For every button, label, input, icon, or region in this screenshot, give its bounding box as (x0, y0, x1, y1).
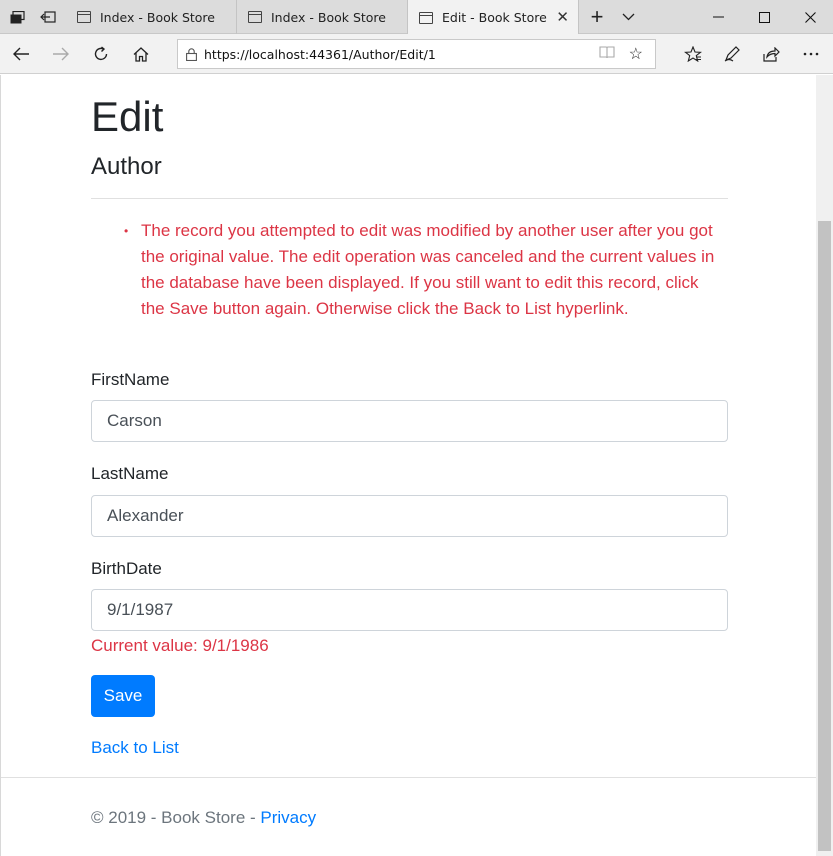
tab-actions-icon[interactable] (2, 0, 32, 34)
home-icon[interactable] (124, 37, 158, 71)
browser-tab[interactable]: Index - Book Store (66, 0, 237, 34)
page-icon (248, 11, 262, 23)
favorites-hub-icon[interactable] (675, 37, 711, 71)
footer-divider (1, 777, 816, 778)
birth-date-label: BirthDate (91, 559, 162, 578)
privacy-link[interactable]: Privacy (260, 808, 316, 827)
vertical-scrollbar[interactable] (816, 75, 833, 856)
lock-icon[interactable] (178, 47, 204, 61)
url-text[interactable]: https://localhost:44361/Author/Edit/1 (204, 47, 599, 62)
minimize-icon[interactable] (695, 0, 741, 34)
close-tab-icon[interactable]: ✕ (556, 8, 569, 26)
close-icon[interactable] (787, 0, 833, 34)
share-icon[interactable] (753, 37, 789, 71)
maximize-icon[interactable] (741, 0, 787, 34)
save-button[interactable]: Save (91, 675, 155, 717)
bullet: • (124, 224, 129, 238)
last-name-label: LastName (91, 464, 169, 483)
last-name-input[interactable] (91, 495, 728, 537)
page-title: Edit (91, 93, 164, 140)
page-viewport: Edit Author • The record you attempted t… (0, 75, 816, 856)
browser-tab-active[interactable]: Edit - Book Store ✕ (408, 0, 579, 35)
reading-view-icon[interactable] (599, 46, 615, 62)
page-subtitle: Author (91, 153, 162, 180)
birth-date-error: Current value: 9/1/1986 (91, 636, 269, 655)
first-name-label: FirstName (91, 370, 170, 389)
tab-title: Index - Book Store (100, 9, 215, 25)
set-aside-tabs-icon[interactable] (33, 0, 63, 34)
birth-date-input[interactable] (91, 589, 728, 631)
validation-message: The record you attempted to edit was mod… (141, 221, 715, 318)
tab-title: Edit - Book Store (442, 10, 547, 25)
more-icon[interactable] (793, 37, 829, 71)
back-to-list-link[interactable]: Back to List (91, 737, 179, 759)
tab-title: Index - Book Store (271, 9, 386, 25)
new-tab-button[interactable]: + (582, 0, 612, 34)
navigation-bar: https://localhost:44361/Author/Edit/1 ☆ (0, 34, 833, 74)
forward-arrow-icon[interactable] (44, 37, 78, 71)
page-icon (419, 11, 433, 24)
first-name-input[interactable] (91, 400, 728, 442)
page-icon (77, 11, 91, 23)
validation-summary: • The record you attempted to edit was m… (124, 218, 721, 322)
address-bar[interactable]: https://localhost:44361/Author/Edit/1 ☆ (177, 39, 656, 69)
refresh-icon[interactable] (84, 37, 118, 71)
tab-bar: Index - Book Store Index - Book Store Ed… (0, 0, 833, 35)
footer-copyright: © 2019 - Book Store - (91, 808, 261, 827)
star-icon[interactable]: ☆ (629, 44, 643, 64)
chevron-down-icon[interactable] (613, 0, 643, 34)
back-arrow-icon[interactable] (4, 37, 38, 71)
footer: © 2019 - Book Store - Privacy (91, 807, 316, 829)
browser-tab[interactable]: Index - Book Store (237, 0, 408, 34)
scrollbar-thumb[interactable] (818, 221, 831, 851)
pen-icon[interactable] (714, 37, 750, 71)
divider (91, 198, 728, 199)
